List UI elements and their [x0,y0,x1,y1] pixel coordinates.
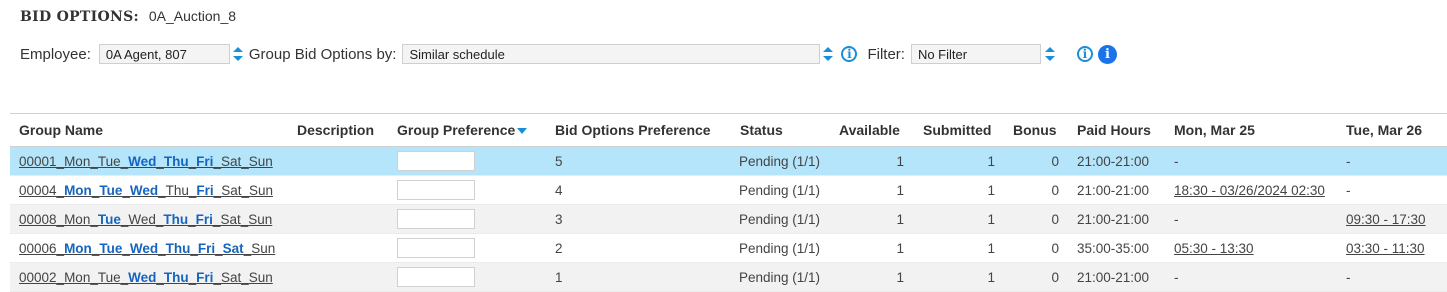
available-value: 1 [896,240,904,256]
tue-shift: - [1346,182,1351,198]
bonus-value: 0 [1051,182,1059,198]
col-submitted[interactable]: Submitted [923,114,991,146]
filter-spinner-icon[interactable] [1044,47,1055,61]
employee-select[interactable]: 0A Agent, 807 [98,44,230,64]
bonus-value: 0 [1051,240,1059,256]
group-preference-input[interactable] [397,151,475,171]
filter-label: Filter: [867,45,905,63]
mon-shift-link[interactable]: 18:30 - 03/26/2024 02:30 [1174,176,1325,204]
bid-pref-value: 4 [555,182,563,198]
bonus-value: 0 [1051,211,1059,227]
auction-name: 0A_Auction_8 [148,8,237,24]
bid-pref-value: 2 [555,240,563,256]
col-group-preference[interactable]: Group Preference [397,114,528,146]
status-text: Pending (1/1) [739,240,821,256]
col-available[interactable]: Available [839,114,900,146]
sort-desc-icon [517,127,528,134]
filter-info-icon[interactable]: i [1076,46,1093,62]
group-preference-input[interactable] [397,180,475,200]
col-group-preference-label: Group Preference [397,122,516,138]
col-description[interactable]: Description [297,114,374,146]
help-info-icon[interactable]: i [1097,44,1117,64]
submitted-value: 1 [987,153,995,169]
group-name-link[interactable]: 00004_Mon_Tue_Wed_Thu_Fri_Sat_Sun [19,176,273,204]
col-group-name[interactable]: Group Name [19,114,103,146]
tue-shift: - [1346,153,1351,169]
group-preference-input[interactable] [397,209,475,229]
table-row[interactable]: 00004_Mon_Tue_Wed_Thu_Fri_Sat_Sun 4 Pend… [10,176,1447,205]
paid-hours-value: 21:00-21:00 [1077,153,1150,169]
bonus-value: 0 [1051,153,1059,169]
bid-options-table: Group Name Description Group Preference … [10,113,1447,292]
employee-label: Employee: [20,45,91,63]
mon-shift: - [1174,211,1179,227]
col-mon-mar-25[interactable]: Mon, Mar 25 [1174,114,1255,146]
col-bonus[interactable]: Bonus [1013,114,1057,146]
group-name-link[interactable]: 00008_Mon_Tue_Wed_Thu_Fri_Sat_Sun [19,205,272,233]
status-text: Pending (1/1) [739,211,821,227]
mon-shift-link[interactable]: 05:30 - 13:30 [1174,234,1254,262]
tue-shift-link[interactable]: 03:30 - 11:30 [1346,234,1425,262]
group-name-link[interactable]: 00001_Mon_Tue_Wed_Thu_Fri_Sat_Sun [19,147,273,175]
col-tue-mar-26[interactable]: Tue, Mar 26 [1346,114,1422,146]
status-text: Pending (1/1) [739,182,821,198]
available-value: 1 [896,182,904,198]
tue-shift-link[interactable]: 09:30 - 17:30 [1346,205,1426,233]
filter-select[interactable]: No Filter [910,44,1041,64]
table-row[interactable]: 00001_Mon_Tue_Wed_Thu_Fri_Sat_Sun 5 Pend… [10,147,1447,176]
submitted-value: 1 [987,211,995,227]
bid-pref-value: 5 [555,153,563,169]
table-row[interactable]: 00002_Mon_Tue_Wed_Thu_Fri_Sat_Sun 1 Pend… [10,263,1447,292]
group-preference-input[interactable] [397,238,475,258]
group-name-link[interactable]: 00006_Mon_Tue_Wed_Thu_Fri_Sat_Sun [19,234,275,262]
table-row[interactable]: 00006_Mon_Tue_Wed_Thu_Fri_Sat_Sun 2 Pend… [10,234,1447,263]
table-header: Group Name Description Group Preference … [10,113,1447,147]
col-paid-hours[interactable]: Paid Hours [1077,114,1151,146]
col-bid-options-preference[interactable]: Bid Options Preference [555,114,711,146]
bid-pref-value: 3 [555,211,563,227]
available-value: 1 [896,153,904,169]
group-by-label: Group Bid Options by: [248,45,397,63]
group-preference-input[interactable] [397,267,475,287]
available-value: 1 [896,211,904,227]
submitted-value: 1 [987,182,995,198]
paid-hours-value: 21:00-21:00 [1077,182,1150,198]
status-text: Pending (1/1) [739,153,821,169]
page-title: BID OPTIONS: [20,9,139,25]
group-by-info-icon[interactable]: i [841,46,858,62]
employee-spinner-icon[interactable] [232,47,243,61]
page-header: BID OPTIONS: 0A_Auction_8 [20,8,236,25]
paid-hours-value: 35:00-35:00 [1077,240,1150,256]
group-by-spinner-icon[interactable] [823,47,834,61]
table-row[interactable]: 00008_Mon_Tue_Wed_Thu_Fri_Sat_Sun 3 Pend… [10,205,1447,234]
paid-hours-value: 21:00-21:00 [1077,211,1150,227]
group-by-select[interactable]: Similar schedule [402,44,821,64]
filter-bar: Employee: 0A Agent, 807 Group Bid Option… [20,43,1117,65]
col-status[interactable]: Status [740,114,783,146]
submitted-value: 1 [987,240,995,256]
mon-shift: - [1174,153,1179,169]
